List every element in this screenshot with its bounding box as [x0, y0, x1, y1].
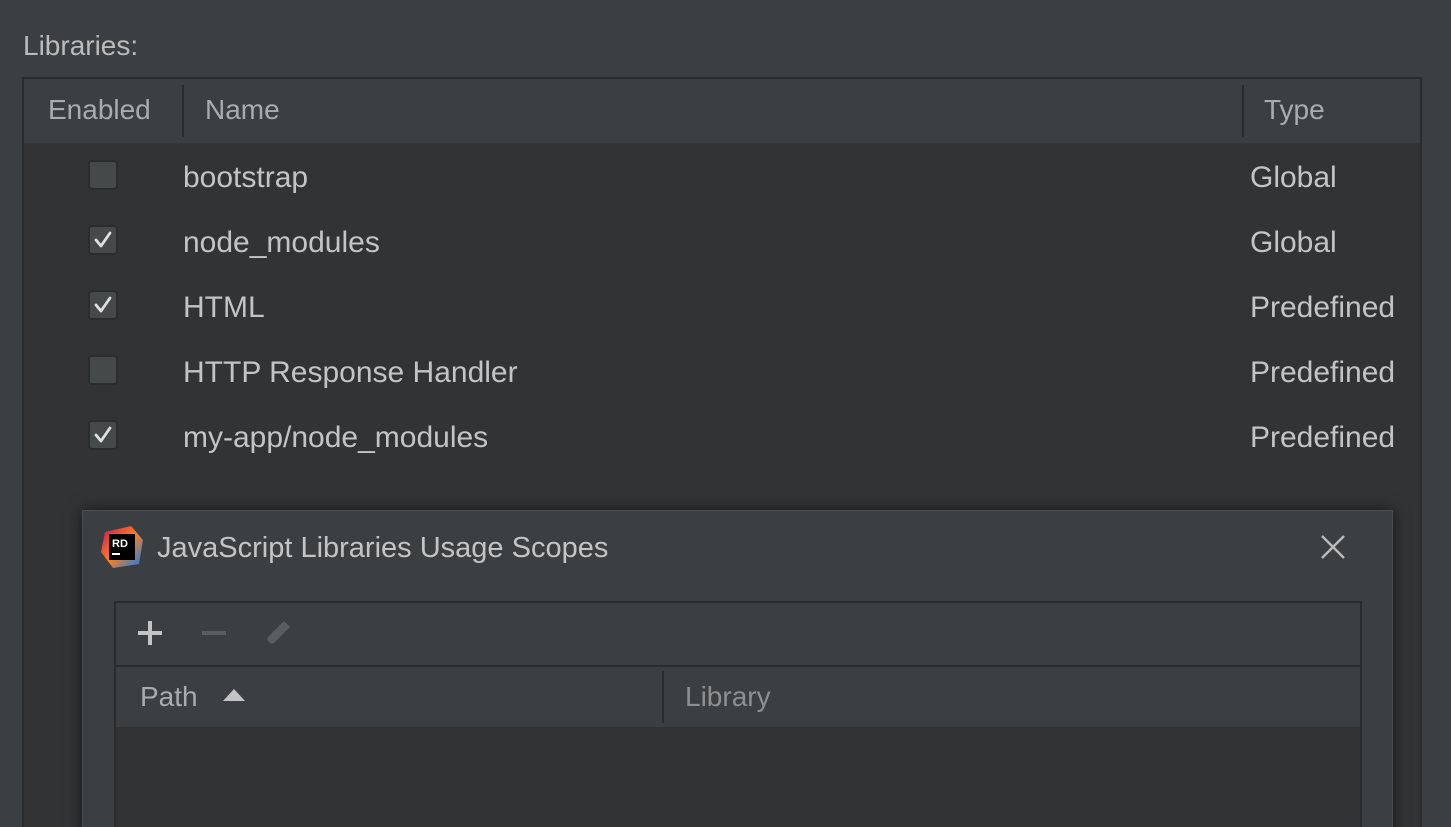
scopes-table[interactable]: Path Library: [114, 601, 1362, 827]
enabled-checkbox[interactable]: [88, 355, 118, 385]
dialog-title: JavaScript Libraries Usage Scopes: [157, 532, 609, 564]
svg-text:RD: RD: [112, 538, 128, 550]
column-header-name[interactable]: Name: [205, 79, 280, 143]
column-header-enabled[interactable]: Enabled: [48, 79, 151, 143]
enabled-checkbox[interactable]: [88, 225, 118, 255]
pencil-icon[interactable]: [262, 617, 294, 649]
library-name: bootstrap: [183, 161, 309, 194]
table-row[interactable]: HTTP Response Handler Predefined: [24, 339, 1420, 404]
rider-logo-icon: RD: [101, 526, 143, 568]
library-name: HTML: [183, 291, 265, 324]
libraries-label: Libraries:: [23, 30, 139, 61]
column-header-type[interactable]: Type: [1264, 79, 1325, 143]
checkmark-icon: [94, 426, 112, 443]
checkmark-icon: [94, 296, 112, 313]
close-icon[interactable]: [1317, 531, 1349, 563]
library-type: Predefined: [1250, 291, 1396, 324]
column-divider[interactable]: [182, 85, 184, 137]
enabled-checkbox[interactable]: [88, 420, 118, 450]
library-type: Predefined: [1250, 421, 1396, 454]
libraries-table-header: Enabled Name Type: [24, 79, 1420, 144]
column-header-library[interactable]: Library: [685, 667, 771, 727]
table-row[interactable]: HTML Predefined: [24, 274, 1420, 339]
library-name: my-app/node_modules: [183, 421, 489, 454]
sort-ascending-icon: [223, 689, 245, 701]
usage-scopes-dialog: RD JavaScript Libraries Usage Scopes Pat…: [82, 510, 1393, 827]
table-row[interactable]: my-app/node_modules Predefined: [24, 404, 1420, 469]
library-type: Global: [1250, 161, 1337, 194]
library-name: node_modules: [183, 226, 380, 259]
enabled-checkbox[interactable]: [88, 290, 118, 320]
libraries-settings-panel: Libraries: Enabled Name Type bootstrap Gl…: [0, 0, 1451, 827]
minus-icon[interactable]: [198, 617, 230, 649]
column-divider[interactable]: [662, 671, 664, 723]
library-type: Global: [1250, 226, 1337, 259]
checkmark-icon: [94, 231, 112, 248]
scopes-table-header: Path Library: [116, 667, 1360, 727]
table-row[interactable]: node_modules Global: [24, 209, 1420, 274]
library-type: Predefined: [1250, 356, 1396, 389]
plus-icon[interactable]: [134, 617, 166, 649]
enabled-checkbox[interactable]: [88, 160, 118, 190]
scopes-toolbar: [116, 603, 1360, 667]
library-name: HTTP Response Handler: [183, 356, 518, 389]
table-row[interactable]: bootstrap Global: [24, 144, 1420, 209]
column-divider[interactable]: [1242, 85, 1244, 137]
column-header-path[interactable]: Path: [140, 667, 198, 727]
